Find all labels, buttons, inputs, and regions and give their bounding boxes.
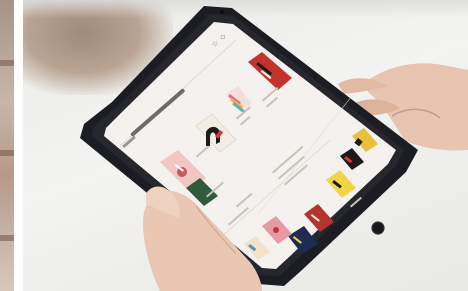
tablet-scene: ☆ ◇ [80,6,468,291]
front-camera-icon [220,10,224,14]
photo-frame: ☆ ◇ [0,0,468,291]
home-button [371,221,385,235]
